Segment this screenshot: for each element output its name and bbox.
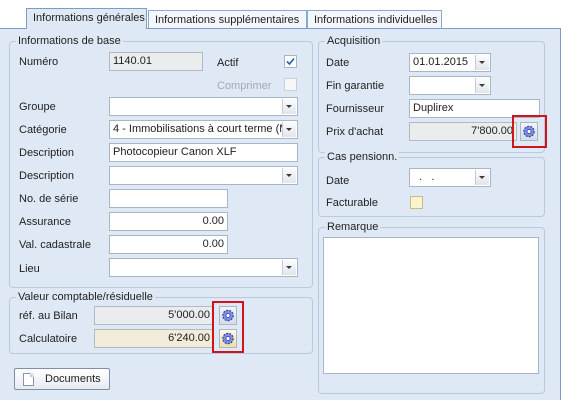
bilan-field: 5'000.00 <box>94 306 214 325</box>
categorie-select[interactable]: 4 - Immobilisations à court terme (Mo <box>109 120 298 139</box>
description2-label: Description <box>19 170 75 182</box>
prix-label: Prix d'achat <box>326 126 384 138</box>
cadastrale-label: Val. cadastrale <box>19 239 91 251</box>
chevron-down-icon[interactable] <box>282 99 296 114</box>
fournisseur-label: Fournisseur <box>326 103 385 115</box>
gear-icon[interactable] <box>520 122 538 141</box>
numero-label: Numéro <box>19 56 59 68</box>
actif-label: Actif <box>217 57 239 69</box>
tab-label: Informations individuelles <box>314 14 438 26</box>
description-label: Description <box>19 147 75 159</box>
tab-label: Informations générales <box>33 12 145 24</box>
gear-glyph <box>222 309 234 322</box>
garantie-date-picker[interactable]: . . <box>409 76 491 95</box>
calc-field: 6'240.00 <box>94 329 214 348</box>
acq-date-picker[interactable]: 01.01.2015 <box>409 53 491 72</box>
numero-field: 1140.01 <box>109 52 203 71</box>
groupe-select[interactable] <box>109 97 298 116</box>
cas-title: Cas pensionn. <box>325 150 400 164</box>
chevron-down-icon[interactable] <box>475 170 489 185</box>
acq-date-label: Date <box>326 57 350 69</box>
chevron-down-icon[interactable] <box>282 168 296 183</box>
actif-checkbox[interactable] <box>284 55 297 68</box>
tab-informations-individuelles[interactable]: Informations individuelles <box>307 10 442 29</box>
bilan-label: réf. au Bilan <box>19 310 78 322</box>
general-info-panel: Informations de base Numéro 1140.01 Acti… <box>0 28 561 400</box>
garantie-label: Fin garantie <box>326 80 385 92</box>
comprimer-label: Comprimer <box>217 80 272 92</box>
chevron-down-icon[interactable] <box>475 78 489 93</box>
serie-label: No. de série <box>19 193 79 205</box>
remarque-title: Remarque <box>325 220 381 234</box>
tab-informations-generales[interactable]: Informations générales <box>26 8 147 29</box>
lieu-select[interactable] <box>109 258 298 277</box>
categorie-value: 4 - Immobilisations à court terme (Mo <box>113 123 295 135</box>
acq-date-value: 01.01.2015 <box>413 56 469 68</box>
assurance-input[interactable]: 0.00 <box>109 212 228 231</box>
calc-label: Calculatoire <box>19 333 78 345</box>
acquisition-title: Acquisition <box>325 34 383 48</box>
prix-field: 7'800.00 <box>409 122 517 141</box>
chevron-down-icon[interactable] <box>282 122 296 137</box>
serie-input[interactable] <box>109 189 228 208</box>
categorie-label: Catégorie <box>19 124 67 136</box>
valeur-title: Valeur comptable/résiduelle <box>16 290 155 304</box>
cas-date-label: Date <box>326 175 350 187</box>
lieu-label: Lieu <box>19 263 40 275</box>
description-input[interactable]: Photocopieur Canon XLF <box>109 143 298 162</box>
document-icon <box>23 373 34 386</box>
gear-glyph <box>523 125 535 138</box>
groupe-label: Groupe <box>19 101 56 113</box>
cas-date-picker[interactable]: . . <box>409 168 491 187</box>
cas-date-value: . . <box>413 171 435 183</box>
gear-icon[interactable] <box>219 329 237 348</box>
documents-button[interactable]: Documents <box>14 368 110 390</box>
gear-glyph <box>222 332 234 345</box>
assurance-label: Assurance <box>19 216 71 228</box>
tab-label: Informations supplémentaires <box>155 14 300 26</box>
documents-label: Documents <box>45 373 101 385</box>
tab-strip: Informations générales Informations supp… <box>0 0 561 29</box>
remarque-textarea[interactable] <box>323 237 539 374</box>
comprimer-checkbox[interactable] <box>284 78 297 91</box>
base-info-title: Informations de base <box>16 34 123 48</box>
facturable-checkbox[interactable] <box>410 196 423 209</box>
check-icon <box>286 57 295 66</box>
chevron-down-icon[interactable] <box>475 55 489 70</box>
description2-select[interactable] <box>109 166 298 185</box>
gear-icon[interactable] <box>219 306 237 325</box>
tab-informations-supplementaires[interactable]: Informations supplémentaires <box>148 10 307 29</box>
facturable-label: Facturable <box>326 197 378 209</box>
chevron-down-icon[interactable] <box>282 260 296 275</box>
cadastrale-input[interactable]: 0.00 <box>109 235 228 254</box>
